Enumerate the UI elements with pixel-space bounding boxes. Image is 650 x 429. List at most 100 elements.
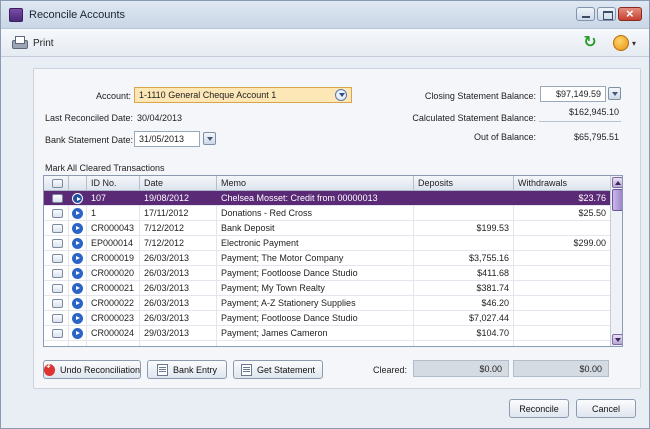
cell-id: CR000022: [91, 298, 135, 308]
column-memo[interactable]: Memo: [221, 178, 246, 188]
minimize-button[interactable]: [576, 7, 595, 21]
row-cleared-checkbox[interactable]: [52, 254, 63, 263]
cell-date: 17/11/2012: [144, 208, 189, 218]
calendar-icon[interactable]: [203, 132, 216, 145]
cell-id: 1: [91, 208, 97, 218]
table-row[interactable]: CR000022 26/03/2013 Payment; A-Z Stationer…: [44, 296, 610, 311]
row-arrow-icon[interactable]: [72, 268, 83, 279]
cell-date: 7/12/2012: [144, 223, 185, 233]
row-cleared-checkbox[interactable]: [52, 209, 63, 218]
table-row[interactable]: EP000014 7/12/2012 Electronic Payment $299.…: [44, 236, 610, 251]
get-statement-button[interactable]: Get Statement: [233, 360, 323, 379]
calculated-balance-value: $162,945.10: [568, 107, 619, 117]
row-cleared-checkbox[interactable]: [52, 314, 63, 323]
table-row[interactable]: CR000021 26/03/2013 Payment; My Town Realt…: [44, 281, 610, 296]
bank-statement-date-field[interactable]: 31/05/2013: [134, 131, 200, 147]
row-cleared-checkbox[interactable]: [52, 224, 63, 233]
cell-memo: Electronic Payment: [221, 238, 299, 248]
mark-all-cleared-label: Mark All Cleared Transactions: [45, 163, 165, 173]
cell-date: 19/08/2012: [144, 193, 190, 203]
toolbar: Print ↻ ▾: [1, 29, 649, 57]
reconcile-label: Reconcile: [519, 403, 559, 414]
print-button[interactable]: Print: [11, 35, 54, 51]
bank-entry-button[interactable]: Bank Entry: [147, 360, 227, 379]
title-bar: Reconcile Accounts: [1, 1, 649, 29]
cell-date: 26/03/2013: [144, 298, 190, 308]
calculated-balance-underline: [539, 121, 621, 122]
account-select[interactable]: 1-1110 General Cheque Account 1: [134, 87, 352, 103]
cleared-label: Cleared:: [372, 365, 407, 375]
scroll-thumb[interactable]: [612, 189, 622, 211]
row-cleared-checkbox[interactable]: [52, 329, 63, 338]
row-arrow-icon[interactable]: [72, 223, 83, 234]
table-row[interactable]: CR000019 26/03/2013 Payment; The Motor Com…: [44, 251, 610, 266]
out-of-balance-value: $65,795.51: [573, 132, 619, 142]
table-row[interactable]: CR000043 7/12/2012 Bank Deposit $199.53: [44, 221, 610, 236]
cell-date: 26/03/2013: [144, 313, 190, 323]
help-icon[interactable]: [613, 35, 629, 51]
get-statement-label: Get Statement: [256, 364, 316, 375]
scroll-down-button[interactable]: [612, 334, 622, 345]
cancel-button[interactable]: Cancel: [576, 399, 636, 418]
cell-deposit: $104.70: [476, 328, 509, 338]
row-arrow-icon[interactable]: [72, 328, 83, 339]
cell-memo: Bank Deposit: [221, 223, 275, 233]
table-row[interactable]: 107 19/08/2012 Chelsea Mosset: Credit from…: [44, 191, 610, 206]
cell-deposit: $381.74: [476, 283, 509, 293]
maximize-button[interactable]: [597, 7, 616, 21]
cell-deposit: $7,027.44: [468, 313, 509, 323]
help-dropdown-caret[interactable]: ▾: [632, 39, 636, 48]
column-date[interactable]: Date: [144, 178, 163, 188]
cleared-deposits-value: $0.00: [413, 360, 509, 377]
out-of-balance-label: Out of Balance:: [473, 132, 536, 142]
row-cleared-checkbox[interactable]: [52, 239, 63, 248]
row-arrow-icon[interactable]: [72, 298, 83, 309]
vertical-scrollbar[interactable]: [610, 176, 622, 346]
undo-reconciliation-button[interactable]: Undo Reconciliation: [43, 360, 141, 379]
cell-memo: Payment; My Town Realty: [221, 283, 325, 293]
row-cleared-checkbox[interactable]: [52, 269, 63, 278]
table-row[interactable]: CR000024 29/03/2013 Payment; James Cameron…: [44, 326, 610, 341]
row-cleared-checkbox[interactable]: [52, 194, 63, 203]
calculated-balance-label: Calculated Statement Balance:: [412, 113, 536, 123]
select-all-checkbox[interactable]: [52, 179, 63, 188]
cell-withdrawal: $25.50: [578, 208, 606, 218]
cell-id: CR000043: [91, 223, 135, 233]
row-arrow-icon[interactable]: [72, 253, 83, 264]
close-button[interactable]: [618, 6, 642, 21]
account-label: Account:: [95, 91, 131, 101]
cell-memo: Payment; The Motor Company: [221, 253, 344, 263]
column-id[interactable]: ID No.: [91, 178, 117, 188]
row-arrow-icon[interactable]: [72, 193, 83, 204]
row-arrow-icon[interactable]: [72, 313, 83, 324]
row-arrow-icon[interactable]: [72, 208, 83, 219]
table-row[interactable]: CR000023 26/03/2013 Payment; Footloose Dan…: [44, 311, 610, 326]
cancel-label: Cancel: [591, 403, 620, 414]
row-cleared-checkbox[interactable]: [52, 284, 63, 293]
cell-deposit: $46.20: [481, 298, 509, 308]
refresh-icon[interactable]: ↻: [581, 34, 599, 52]
cell-id: 107: [91, 193, 107, 203]
transactions-table: ID No. Date Memo Deposits Withdrawals 10…: [43, 175, 623, 347]
column-withdrawals[interactable]: Withdrawals: [518, 178, 567, 188]
column-deposits[interactable]: Deposits: [418, 178, 453, 188]
calculator-dropdown-icon[interactable]: [608, 87, 621, 100]
table-row[interactable]: CR000020 26/03/2013 Payment; Footloose Dan…: [44, 266, 610, 281]
row-cleared-checkbox[interactable]: [52, 299, 63, 308]
row-arrow-icon[interactable]: [72, 283, 83, 294]
closing-balance-label: Closing Statement Balance:: [424, 91, 536, 101]
dropdown-icon[interactable]: [335, 89, 347, 101]
cell-date: 7/12/2012: [144, 238, 185, 248]
table-row[interactable]: 1 17/11/2012 Donations - Red Cross $25.50: [44, 206, 610, 221]
closing-balance-field[interactable]: $97,149.59: [540, 86, 606, 102]
cell-id: CR000021: [91, 283, 135, 293]
statement-icon: [240, 363, 252, 376]
undo-reconciliation-label: Undo Reconciliation: [59, 364, 140, 375]
cell-id: CR000020: [91, 268, 135, 278]
reconcile-button[interactable]: Reconcile: [509, 399, 569, 418]
row-arrow-icon[interactable]: [72, 238, 83, 249]
table-header: ID No. Date Memo Deposits Withdrawals: [44, 176, 610, 191]
scroll-up-button[interactable]: [612, 177, 622, 188]
cell-withdrawal: $299.00: [573, 238, 606, 248]
last-reconciled-value: 30/04/2013: [137, 113, 183, 123]
